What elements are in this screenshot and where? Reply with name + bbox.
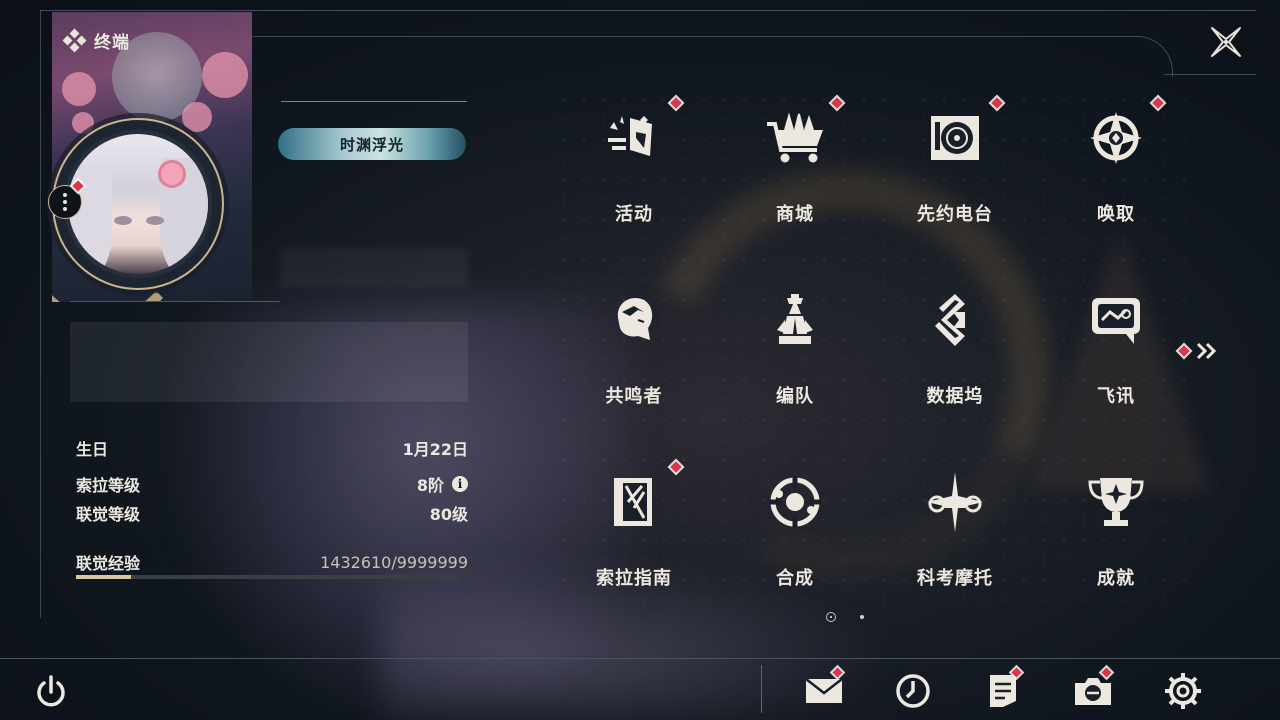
stat-label: 索拉等级 — [76, 476, 141, 495]
frame-corner-line — [1164, 74, 1256, 75]
frame-line-left — [40, 10, 41, 618]
menu-item-label: 合成 — [776, 568, 814, 589]
menu-item-radio[interactable]: 先约电台 — [875, 90, 1035, 230]
menu-item-achievements[interactable]: 成就 — [1036, 454, 1196, 594]
menu-item-messages[interactable]: 飞讯 — [1036, 272, 1196, 412]
terminal-diamond-icon — [62, 28, 87, 52]
menu-item-label: 活动 — [615, 204, 653, 225]
menu-item-label: 飞讯 — [1097, 386, 1135, 407]
motorbike-icon — [927, 472, 983, 532]
notification-badge — [1178, 345, 1190, 357]
page-indicator-active[interactable] — [826, 612, 836, 622]
frame-curve — [252, 36, 1173, 77]
notification-badge — [991, 97, 1003, 109]
menu-item-motorbike[interactable]: 科考摩托 — [875, 454, 1035, 594]
notes-icon — [990, 675, 1016, 707]
mail-icon — [805, 678, 843, 703]
menu-item-label: 编队 — [776, 386, 814, 407]
bar-divider — [761, 665, 762, 713]
signature-divider — [70, 301, 280, 302]
activity-icon — [608, 116, 652, 156]
chat-bubble-icon — [1092, 298, 1140, 344]
blossom-art — [202, 52, 248, 98]
guide-book-icon — [614, 478, 652, 526]
chess-team-icon — [777, 294, 813, 344]
stat-value: 1432610/9999999 — [320, 552, 468, 572]
notification-badge — [831, 97, 843, 109]
menu-item-label: 商城 — [776, 204, 814, 225]
menu-item-data-dock[interactable]: 数据坞 — [875, 272, 1035, 412]
notification-badge — [1152, 97, 1164, 109]
menu-grid: 活动 商城 先约电台 唤取 共鸣者 编队 数据坞 飞讯 索拉指南 合成 科考摩托… — [554, 90, 1196, 630]
info-icon[interactable]: i — [452, 476, 468, 492]
timer-button[interactable] — [893, 671, 933, 711]
double-chevron-right-icon — [1196, 342, 1217, 360]
menu-item-team[interactable]: 编队 — [715, 272, 875, 412]
settings-button[interactable] — [1163, 671, 1203, 711]
notification-badge — [670, 461, 682, 473]
blossom-art — [62, 72, 96, 106]
menu-item-label: 先约电台 — [917, 204, 993, 225]
settings-gear-icon — [1165, 673, 1201, 709]
stat-sola-level: 索拉等级 8阶 i — [76, 472, 468, 496]
terminal-header: 终端 — [62, 28, 130, 53]
power-icon — [37, 675, 65, 707]
player-name-hidden — [280, 248, 468, 288]
menu-item-label: 成就 — [1097, 568, 1135, 589]
title-badge[interactable]: 时渊浮光 — [278, 128, 466, 160]
stat-label: 生日 — [76, 440, 109, 459]
radio-vinyl-icon — [931, 116, 979, 160]
title-badge-label: 时渊浮光 — [339, 135, 404, 154]
page-indicator[interactable] — [860, 615, 864, 619]
stat-label: 联觉经验 — [76, 554, 141, 573]
menu-item-convene[interactable]: 唤取 — [1036, 90, 1196, 230]
close-button[interactable] — [1208, 24, 1244, 60]
name-divider — [281, 101, 467, 102]
compass-star-icon — [1090, 112, 1142, 164]
stat-value: 1月22日 — [402, 440, 468, 459]
next-page-button[interactable] — [1178, 340, 1220, 362]
notification-badge — [670, 97, 682, 109]
blossom-art — [182, 102, 212, 132]
menu-item-resonators[interactable]: 共鸣者 — [554, 272, 714, 412]
bottom-bar — [0, 659, 1280, 720]
menu-item-synthesis[interactable]: 合成 — [715, 454, 875, 594]
menu-item-shop[interactable]: 商城 — [715, 90, 875, 230]
menu-item-sola-guide[interactable]: 索拉指南 — [554, 454, 714, 594]
pagination — [826, 612, 870, 624]
frame-line-top — [40, 10, 1256, 11]
exp-progress-fill — [76, 575, 132, 579]
notes-button[interactable] — [983, 667, 1023, 711]
hair-flower-art — [158, 160, 186, 188]
menu-item-label: 索拉指南 — [596, 568, 672, 589]
menu-item-label: 共鸣者 — [605, 386, 663, 407]
close-icon — [1211, 27, 1241, 57]
power-button[interactable] — [32, 673, 70, 711]
mail-button[interactable] — [804, 667, 844, 711]
stat-value: 80级 — [429, 505, 468, 524]
menu-item-label: 科考摩托 — [917, 568, 993, 589]
clock-icon — [896, 674, 930, 708]
stat-value: 8阶 — [416, 476, 444, 495]
stat-label: 联觉等级 — [76, 505, 141, 524]
avatar-image — [68, 134, 208, 274]
camera-icon — [1075, 678, 1111, 705]
data-dock-icon — [935, 294, 965, 346]
trophy-icon — [1088, 478, 1144, 526]
terminal-title: 终端 — [94, 33, 130, 53]
stat-union-level: 联觉等级 80级 — [76, 501, 468, 525]
stat-union-exp: 联觉经验 1432610/9999999 — [76, 550, 468, 574]
stat-birthday: 生日 1月22日 — [76, 436, 468, 460]
exp-progress-bar — [76, 575, 460, 579]
shop-cart-icon — [767, 112, 823, 163]
resonator-portrait-icon — [617, 298, 653, 340]
camera-button[interactable] — [1073, 667, 1113, 711]
signature-box[interactable] — [70, 322, 468, 402]
synthesis-icon — [769, 476, 821, 528]
menu-item-activity[interactable]: 活动 — [554, 90, 714, 230]
menu-item-label: 唤取 — [1097, 204, 1135, 225]
menu-item-label: 数据坞 — [926, 386, 984, 407]
